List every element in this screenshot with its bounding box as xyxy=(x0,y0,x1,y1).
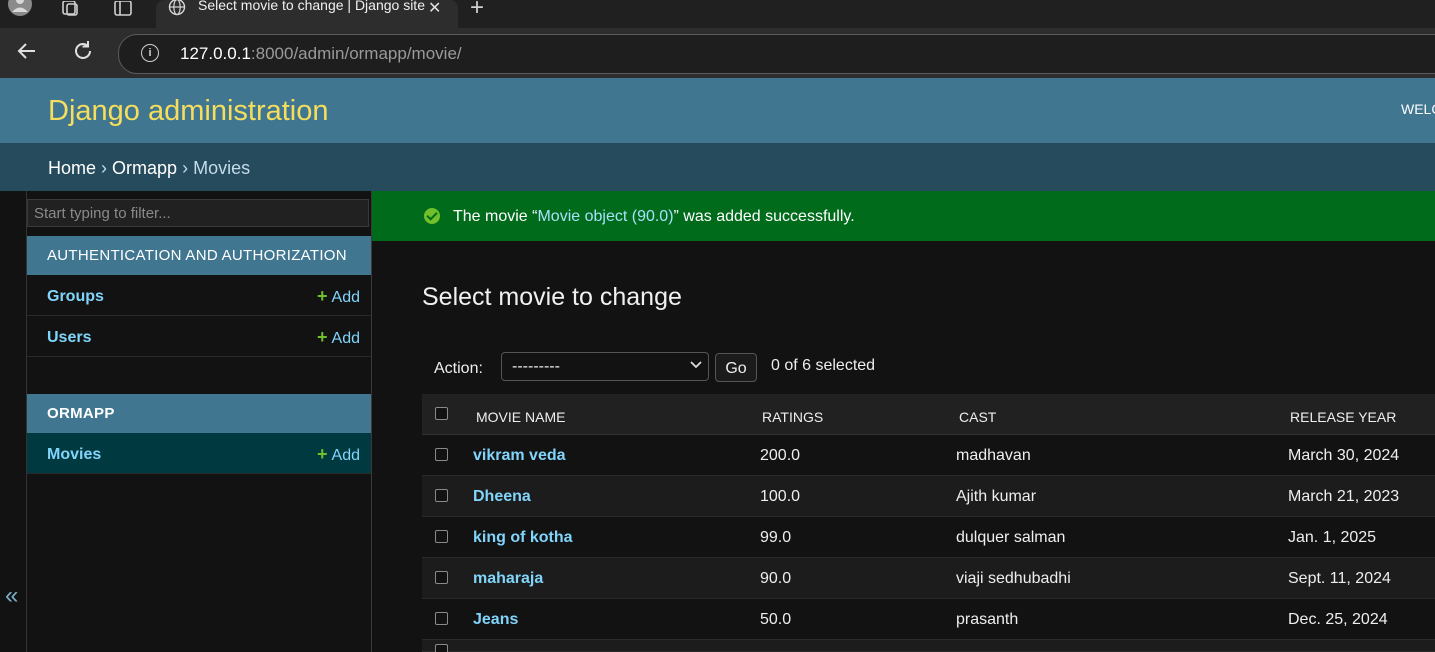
select-all-checkbox[interactable] xyxy=(435,407,448,420)
site-info-icon[interactable]: i xyxy=(141,44,159,62)
nav-filter-input[interactable]: Start typing to filter... xyxy=(27,199,369,227)
back-icon[interactable] xyxy=(16,40,38,68)
column-header-cast[interactable]: CAST xyxy=(959,409,996,425)
action-label: Action: xyxy=(434,360,483,377)
plus-icon: + xyxy=(317,327,328,347)
workspaces-icon[interactable] xyxy=(56,0,84,20)
module-caption-auth[interactable]: AUTHENTICATION AND AUTHORIZATION xyxy=(27,236,371,275)
url-text[interactable]: 127.0.0.1:8000/admin/ormapp/movie/ xyxy=(180,44,462,64)
breadcrumb-current: Movies xyxy=(193,158,251,178)
rating-cell: 200.0 xyxy=(760,447,801,464)
page-title: Select movie to change xyxy=(422,283,682,311)
site-branding[interactable]: Django administration xyxy=(48,95,328,128)
movie-name-link[interactable]: Jeans xyxy=(473,611,518,629)
column-header-movie-name[interactable]: MOVIE NAME xyxy=(476,409,565,425)
release-year-cell: Sept. 11, 2024 xyxy=(1288,570,1391,587)
site-header: Django administration WELCOME, xyxy=(0,78,1435,143)
rating-cell: 100.0 xyxy=(760,488,801,505)
cast-cell: prasanth xyxy=(956,611,1019,628)
plus-icon: + xyxy=(317,444,328,464)
breadcrumb: Home › Ormapp › Movies xyxy=(0,143,1435,191)
action-select[interactable]: --------- xyxy=(501,352,709,381)
movie-name-link[interactable]: king of kotha xyxy=(473,529,573,547)
success-check-icon xyxy=(424,208,440,224)
breadcrumb-separator: › xyxy=(182,158,189,178)
row-checkbox[interactable] xyxy=(435,489,448,502)
table-row: Dheena 100.0 Ajith kumar March 21, 2023 xyxy=(422,476,1435,517)
browser-toolbar: i 127.0.0.1:8000/admin/ormapp/movie/ xyxy=(0,28,1435,78)
close-tab-icon[interactable]: ✕ xyxy=(428,0,441,18)
row-checkbox[interactable] xyxy=(435,448,448,461)
address-bar[interactable]: i 127.0.0.1:8000/admin/ormapp/movie/ xyxy=(118,34,1435,74)
sidebar-item-groups: Groups + Add xyxy=(27,275,371,316)
model-link-groups[interactable]: Groups xyxy=(47,288,104,306)
breadcrumb-home[interactable]: Home xyxy=(48,158,96,178)
go-button[interactable]: Go xyxy=(715,353,757,382)
sidebar-item-users: Users + Add xyxy=(27,316,371,357)
rating-cell: 90.0 xyxy=(760,570,792,587)
selection-counter: 0 of 6 selected xyxy=(771,357,876,374)
toggle-sidebar-icon[interactable]: « xyxy=(5,582,18,610)
profile-icon[interactable] xyxy=(6,0,34,20)
sidebar-item-movies: Movies + Add xyxy=(27,433,371,474)
module-caption-ormapp[interactable]: ORMAPP xyxy=(27,394,371,433)
tab-title: Select movie to change | Django site adm… xyxy=(198,0,428,13)
row-checkbox[interactable] xyxy=(435,530,448,543)
chevron-down-icon xyxy=(689,357,703,374)
table-header: MOVIE NAME RATINGS CAST RELEASE YEAR xyxy=(422,394,1435,435)
add-users-button[interactable]: + Add xyxy=(317,327,360,348)
new-tab-icon[interactable]: + xyxy=(470,0,484,22)
cast-cell: Ajith kumar xyxy=(956,488,1037,505)
movie-name-link[interactable]: Dheena xyxy=(473,488,531,506)
plus-icon: + xyxy=(317,286,328,306)
row-checkbox[interactable] xyxy=(435,644,448,652)
table-row: king of kotha 99.0 dulquer salman Jan. 1… xyxy=(422,517,1435,558)
breadcrumb-app[interactable]: Ormapp xyxy=(112,158,177,178)
add-groups-button[interactable]: + Add xyxy=(317,286,360,307)
rating-cell: 99.0 xyxy=(760,529,792,546)
release-year-cell: March 30, 2024 xyxy=(1288,447,1400,464)
release-year-cell: Dec. 25, 2024 xyxy=(1288,611,1388,628)
model-link-movies[interactable]: Movies xyxy=(47,446,101,464)
user-tools: WELCOME, xyxy=(1401,101,1435,117)
cast-cell: viaji sedhubadhi xyxy=(956,570,1071,587)
table-row: maharaja 90.0 viaji sedhubadhi Sept. 11,… xyxy=(422,558,1435,599)
vertical-tabs-icon[interactable] xyxy=(109,0,137,20)
cast-cell: dulquer salman xyxy=(956,529,1066,546)
column-header-release-year[interactable]: RELEASE YEAR xyxy=(1290,409,1396,425)
table-row xyxy=(422,640,1435,652)
browser-tab-bar: Select movie to change | Django site adm… xyxy=(0,0,1435,28)
release-year-cell: Jan. 1, 2025 xyxy=(1288,529,1377,546)
reload-icon[interactable] xyxy=(72,40,94,68)
browser-tab-active[interactable]: Select movie to change | Django site adm… xyxy=(156,0,458,28)
row-checkbox[interactable] xyxy=(435,571,448,584)
success-message-text: The movie “Movie object (90.0)” was adde… xyxy=(453,208,855,225)
rating-cell: 50.0 xyxy=(760,611,792,628)
success-message: The movie “Movie object (90.0)” was adde… xyxy=(372,191,1435,241)
column-header-ratings[interactable]: RATINGS xyxy=(762,409,823,425)
nav-sidebar: Start typing to filter... AUTHENTICATION… xyxy=(27,191,372,652)
breadcrumb-separator: › xyxy=(101,158,108,178)
release-year-cell: March 21, 2023 xyxy=(1288,488,1400,505)
model-link-users[interactable]: Users xyxy=(47,329,91,347)
cast-cell: madhavan xyxy=(956,447,1031,464)
add-movies-button[interactable]: + Add xyxy=(317,444,360,465)
globe-icon xyxy=(168,0,186,21)
movie-name-link[interactable]: vikram veda xyxy=(473,447,566,465)
row-checkbox[interactable] xyxy=(435,612,448,625)
added-object-link[interactable]: Movie object (90.0) xyxy=(537,208,673,225)
movie-name-link[interactable]: maharaja xyxy=(473,570,543,588)
table-row: Jeans 50.0 prasanth Dec. 25, 2024 xyxy=(422,599,1435,640)
table-row: vikram veda 200.0 madhavan March 30, 202… xyxy=(422,435,1435,476)
